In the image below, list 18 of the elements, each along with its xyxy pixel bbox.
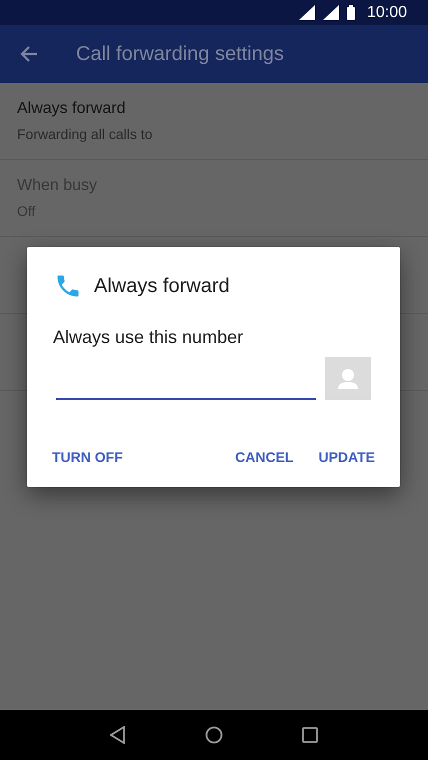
dialog-button[interactable]: CANCEL [235,447,294,468]
dialog-title: Always forward [94,274,230,299]
back-arrow-icon[interactable] [20,45,38,63]
recents-icon[interactable] [302,727,318,743]
setting-title: Always forward [17,99,126,119]
dialog-button[interactable]: TURN OFF [52,447,123,468]
screen-title: Call forwarding settings [76,42,284,67]
dialog-button[interactable]: UPDATE [318,447,375,468]
back-icon[interactable] [110,726,126,744]
signal-icon [322,5,339,20]
field-label: Always use this number [53,326,244,349]
battery-icon [346,5,355,20]
settings-row[interactable]: Always forward Forwarding all calls to [0,83,428,160]
signal-icon [298,5,315,20]
home-icon[interactable] [204,726,223,744]
status-time: 10:00 [366,2,407,22]
person-icon [337,368,359,390]
setting-summary: Forwarding all calls to [17,125,154,144]
